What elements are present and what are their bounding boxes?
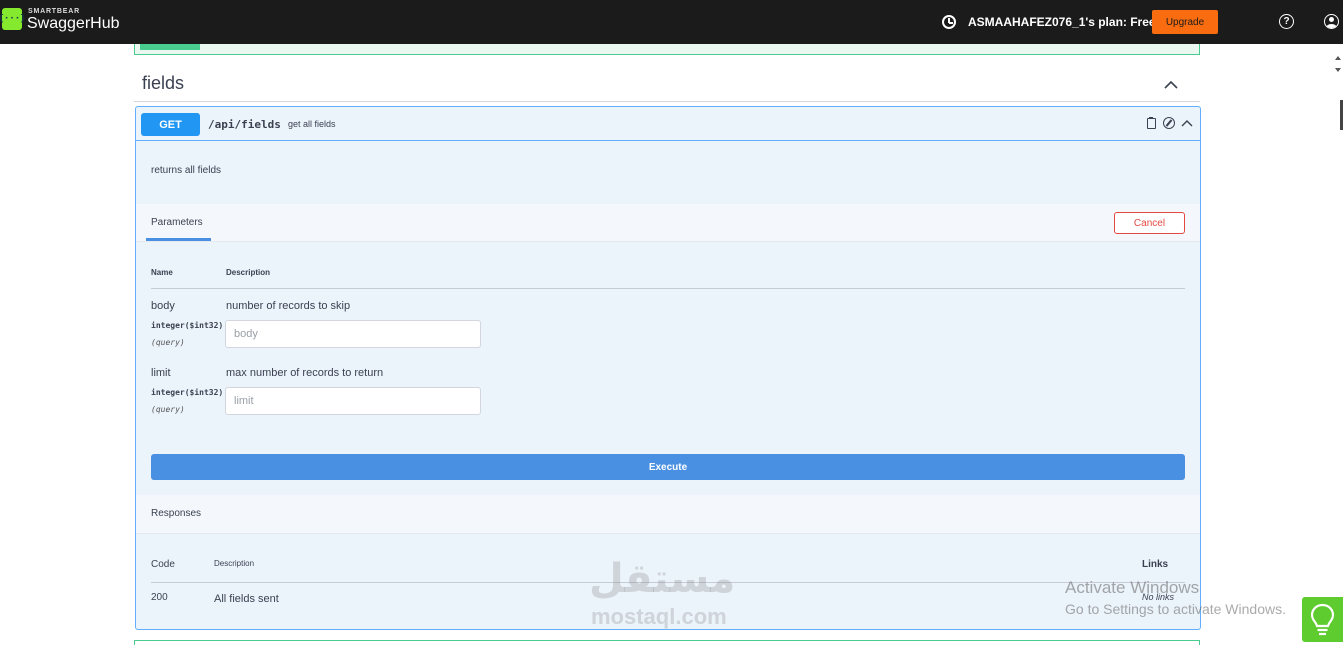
param-description: max number of records to return — [226, 367, 384, 379]
column-header-name: Name — [151, 268, 173, 277]
brand-company: SMARTBEAR — [28, 8, 80, 15]
param-name: body — [151, 300, 175, 312]
cancel-button[interactable]: Cancel — [1114, 212, 1185, 234]
body-input[interactable] — [225, 320, 481, 348]
tab-parameters[interactable]: Parameters — [151, 217, 203, 228]
column-header-description: Description — [226, 268, 271, 277]
help-icon[interactable]: ? — [1279, 14, 1294, 29]
operation-block: GET /api/fields get all fields returns a… — [135, 106, 1201, 630]
response-column-code: Code — [151, 559, 175, 570]
limit-input[interactable] — [225, 387, 481, 415]
top-bar: {···} SMARTBEAR SwaggerHub ASMAAHAFEZ076… — [0, 0, 1343, 44]
response-description: All fields sent — [214, 593, 279, 605]
scroll-down-arrow-icon[interactable] — [1335, 68, 1341, 72]
parameters-divider — [151, 288, 1185, 289]
plan-text: ASMAAHAFEZ076_1's plan: Free — [968, 15, 1156, 29]
param-type: integer($int32) — [151, 388, 224, 397]
swaggerhub-logo-icon[interactable]: {···} — [0, 8, 26, 30]
lightbulb-icon — [1310, 603, 1335, 636]
activate-windows-title: Activate Windows — [1065, 578, 1200, 597]
execute-button[interactable]: Execute — [151, 454, 1185, 480]
response-column-links: Links — [1142, 559, 1169, 570]
scroll-up-arrow-icon[interactable] — [1335, 56, 1341, 60]
responses-header: Responses — [136, 495, 1200, 534]
watermark-arabic: مستقل — [589, 556, 736, 602]
param-type: integer($int32) — [151, 321, 224, 330]
next-operation-block — [134, 640, 1200, 645]
brand-name[interactable]: SwaggerHub — [27, 15, 120, 33]
param-description: number of records to skip — [226, 300, 351, 312]
operation-summary-text: get all fields — [288, 119, 336, 129]
chevron-up-icon[interactable] — [1164, 78, 1178, 92]
user-avatar-icon[interactable] — [1324, 14, 1339, 29]
param-name: limit — [151, 367, 171, 379]
previous-operation-block — [134, 44, 1200, 55]
section-title[interactable]: fields — [142, 73, 184, 94]
section-divider — [134, 101, 1200, 102]
param-location: (query) — [151, 338, 185, 347]
operation-summary[interactable]: GET /api/fields get all fields — [136, 107, 1200, 141]
response-code: 200 — [151, 592, 168, 603]
parameters-header: Parameters Cancel — [136, 204, 1200, 242]
chevron-up-icon[interactable] — [1181, 118, 1193, 128]
watermark-latin: mostaql.com — [591, 604, 727, 629]
param-location: (query) — [151, 405, 185, 414]
method-badge: GET — [141, 113, 200, 136]
responses-title: Responses — [151, 508, 202, 519]
compass-icon[interactable] — [1163, 117, 1175, 129]
response-column-description: Description — [214, 559, 255, 568]
operation-description: returns all fields — [151, 165, 222, 176]
previous-method-badge — [140, 44, 200, 50]
lightbulb-help-button[interactable] — [1302, 597, 1343, 642]
upgrade-button[interactable]: Upgrade — [1152, 10, 1218, 34]
activate-windows-subtitle: Go to Settings to activate Windows. — [1065, 601, 1286, 617]
operation-path: /api/fields — [208, 118, 281, 131]
clipboard-icon[interactable] — [1147, 117, 1156, 129]
clock-icon — [942, 15, 956, 29]
tab-underline — [146, 238, 211, 241]
